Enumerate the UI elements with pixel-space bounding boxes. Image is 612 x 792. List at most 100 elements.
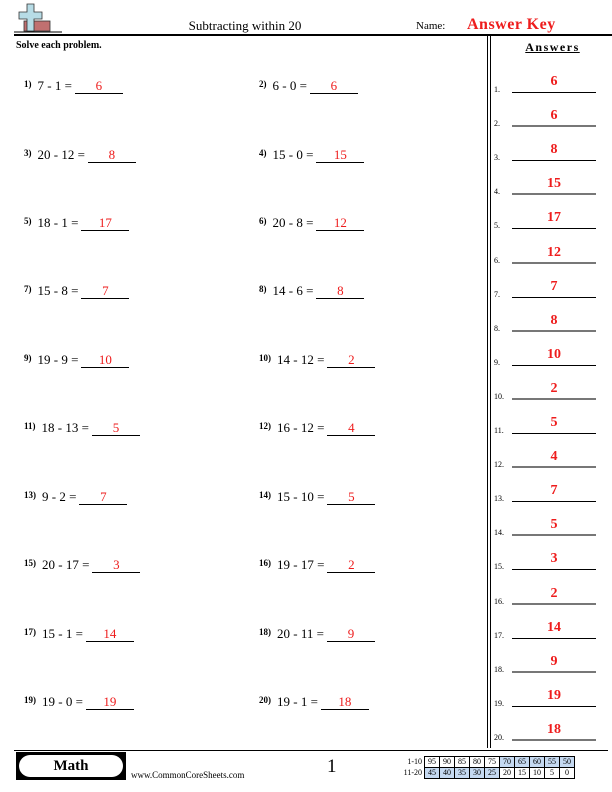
score-row: 1-10 95 90 85 80 75 70 65 60 55 50 — [395, 756, 575, 768]
name-label: Name: — [416, 20, 446, 32]
problem-expression: 19 - 0 = — [42, 694, 83, 709]
answer-index: 4. — [494, 187, 500, 197]
score-cell: 45 — [424, 767, 440, 779]
answer-blank[interactable]: 18 — [320, 695, 369, 710]
answer-index: 13. — [494, 494, 504, 504]
problem-item: 4) 15 - 0 = 15 — [259, 147, 365, 163]
answer-blank[interactable]: 6 — [74, 79, 123, 94]
answer-key-item: 16. 2 — [494, 586, 612, 606]
answers-title: Answers — [525, 40, 580, 54]
page-number: 1 — [327, 756, 337, 777]
answer-value: 5 — [550, 517, 558, 533]
answer-blank[interactable]: 15 — [316, 148, 365, 163]
answer-line — [512, 501, 596, 503]
problem-number: 8) — [259, 284, 267, 294]
answer-blank[interactable]: 8 — [87, 148, 136, 163]
answer-index: 5. — [494, 221, 500, 231]
footer-rule — [14, 750, 608, 751]
answer-line — [512, 705, 596, 707]
answer-value: 6 — [550, 108, 558, 124]
answer-line — [512, 92, 596, 93]
problem-expression: 20 - 11 = — [277, 626, 324, 641]
problem-item: 2) 6 - 0 = 6 — [259, 78, 358, 94]
problem-expression: 20 - 12 = — [37, 147, 85, 162]
problem-expression: 15 - 1 = — [42, 626, 83, 641]
answer-blank[interactable]: 12 — [316, 216, 365, 231]
problem-number: 16) — [259, 558, 271, 568]
answer-blank[interactable]: 7 — [81, 284, 130, 299]
score-cell: 75 — [484, 756, 500, 768]
problem-number: 11) — [24, 421, 36, 431]
answer-line — [512, 193, 596, 196]
answer-blank[interactable]: 19 — [85, 695, 134, 710]
answer-value: 4 — [550, 449, 558, 465]
answer-key-item: 9. 10 — [494, 347, 612, 367]
answer-value: 18 — [547, 721, 561, 737]
score-cell: 30 — [469, 767, 485, 779]
problem-number: 19) — [24, 695, 36, 705]
problem-number: 18) — [259, 627, 271, 637]
problem-item: 17) 15 - 1 = 14 — [24, 626, 134, 642]
answer-blank[interactable]: 8 — [316, 284, 365, 299]
answer-value: 2 — [550, 585, 558, 601]
answer-key-item: 12. 4 — [494, 449, 612, 469]
problem-number: 7) — [24, 284, 32, 294]
answer-value: 9 — [550, 653, 558, 669]
score-cell: 25 — [484, 767, 500, 779]
answer-index: 14. — [494, 528, 504, 538]
answer-blank[interactable]: 5 — [91, 421, 140, 436]
problem-expression: 15 - 10 = — [277, 489, 325, 504]
problem-number: 20) — [259, 695, 271, 705]
answer-line — [512, 296, 596, 298]
header-rule — [14, 34, 612, 36]
answer-blank[interactable]: 5 — [327, 490, 376, 505]
answer-key-item: 5. 17 — [494, 210, 612, 230]
answer-blank[interactable]: 7 — [79, 490, 128, 505]
instructions: Solve each problem. — [16, 40, 102, 51]
score-cell: 15 — [514, 767, 530, 779]
answer-index: 15. — [494, 562, 504, 572]
answer-blank[interactable]: 3 — [92, 558, 141, 573]
answer-key-item: 2. 6 — [494, 108, 612, 128]
problem-number: 9) — [24, 353, 32, 363]
problem-item: 11) 18 - 13 = 5 — [24, 420, 140, 436]
answer-key-item: 8. 8 — [494, 313, 612, 333]
answer-value: 5 — [550, 415, 558, 430]
answer-value: 3 — [550, 551, 558, 567]
answer-value: 8 — [550, 142, 558, 158]
score-cell: 0 — [559, 767, 575, 779]
answer-blank[interactable]: 2 — [327, 353, 376, 368]
answer-blank[interactable]: 6 — [309, 79, 358, 94]
problem-item: 13) 9 - 2 = 7 — [24, 489, 128, 505]
problem-expression: 16 - 12 = — [277, 420, 325, 435]
problem-item: 16) 19 - 17 = 2 — [259, 557, 376, 573]
answer-line — [512, 534, 596, 537]
answer-blank[interactable]: 9 — [326, 627, 375, 642]
problem-item: 9) 19 - 9 = 10 — [24, 352, 130, 368]
problem-expression: 19 - 17 = — [277, 557, 325, 572]
problem-expression: 14 - 12 = — [277, 352, 325, 367]
answer-line — [512, 670, 596, 673]
answer-blank[interactable]: 14 — [85, 627, 134, 642]
answer-index: 9. — [494, 357, 500, 367]
answer-value: 10 — [547, 346, 561, 362]
answer-blank[interactable]: 17 — [81, 216, 130, 231]
score-cell: 35 — [454, 767, 470, 779]
answer-value: 14 — [547, 619, 561, 635]
answer-line — [512, 228, 596, 230]
answer-line — [512, 738, 596, 741]
answer-key-item: 7. 7 — [494, 279, 612, 299]
answer-index: 19. — [494, 698, 504, 708]
answer-blank[interactable]: 2 — [327, 558, 376, 573]
answer-blank[interactable]: 10 — [81, 353, 130, 368]
problem-number: 3) — [24, 148, 32, 158]
problem-number: 10) — [259, 353, 271, 363]
problem-item: 15) 20 - 17 = 3 — [24, 557, 141, 573]
problem-expression: 18 - 1 = — [37, 215, 79, 230]
problem-expression: 18 - 13 = — [41, 420, 89, 435]
problem-expression: 9 - 2 = — [42, 489, 77, 504]
score-cell: 90 — [439, 756, 455, 768]
answer-value: 12 — [547, 244, 561, 260]
answer-blank[interactable]: 4 — [327, 421, 376, 436]
answer-key-item: 11. 5 — [494, 415, 612, 435]
